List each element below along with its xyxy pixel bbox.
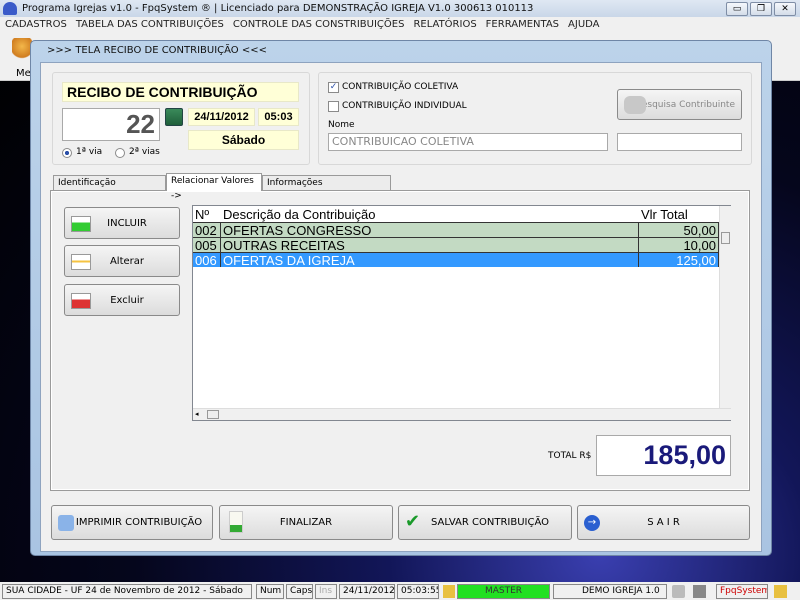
status-ins: Ins — [315, 584, 337, 599]
dialog-title: >>> TELA RECIBO DE CONTRIBUIÇÃO <<< — [47, 45, 267, 56]
print-label: IMPRIMIR CONTRIBUIÇÃO — [75, 517, 203, 528]
menu-tabela-contribuicoes[interactable]: TABELA DAS CONTRIBUIÇÕES — [76, 17, 224, 33]
user-icon[interactable] — [12, 38, 32, 66]
tab-relacionar-valores[interactable]: Relacionar Valores -> — [166, 173, 262, 201]
col-header-desc[interactable]: Descrição da Contribuição — [221, 207, 639, 222]
receipt-date: 24/11/2012 — [188, 108, 255, 126]
total-value: 185,00 — [596, 435, 731, 476]
excluir-button[interactable]: Excluir — [64, 284, 180, 316]
checkbox-coletiva[interactable]: ✓ — [328, 82, 339, 93]
exit-label: S A I R — [647, 517, 680, 528]
calendar-icon[interactable] — [165, 108, 183, 126]
delete-icon — [71, 293, 91, 309]
receipt-weekday: Sábado — [188, 130, 299, 150]
checkmark-icon: ✔ — [405, 511, 421, 532]
checkbox-coletiva-label: CONTRIBUIÇÃO COLETIVA — [342, 82, 459, 92]
checkbox-individual-label: CONTRIBUIÇÃO INDIVIDUAL — [342, 101, 467, 111]
table-row[interactable]: 002 OFERTAS CONGRESSO 50,00 — [193, 222, 719, 237]
menu-cadastros[interactable]: CADASTROS — [5, 17, 67, 33]
receipt-time: 05:03 — [258, 108, 299, 126]
total-label: TOTAL R$ — [548, 451, 592, 461]
print-button[interactable]: IMPRIMIR CONTRIBUIÇÃO — [51, 505, 213, 540]
app-title: Programa Igrejas v1.0 - FpqSystem ® | Li… — [22, 3, 534, 14]
save-label: SALVAR CONTRIBUIÇÃO — [430, 517, 549, 528]
alterar-label: Alterar — [109, 255, 145, 267]
computer-icon[interactable] — [693, 585, 706, 598]
finalize-label: FINALIZAR — [279, 517, 333, 528]
receipt-heading: RECIBO DE CONTRIBUIÇÃO — [62, 82, 299, 102]
status-caps: Caps — [286, 584, 313, 599]
users-icon — [443, 585, 455, 598]
grid-header: Nº Descrição da Contribuição Vlr Total — [193, 207, 719, 222]
checkbox-individual[interactable] — [328, 101, 339, 112]
excluir-label: Excluir — [110, 294, 144, 306]
add-icon — [71, 216, 91, 232]
radio-2a-vias[interactable] — [115, 148, 125, 158]
document-check-icon — [229, 511, 243, 533]
table-row[interactable]: 006 OFERTAS DA IGREJA 125,00 — [193, 252, 719, 267]
cell-num: 006 — [193, 253, 221, 267]
search-contributor-label: Pesquisa Contribuinte — [636, 99, 735, 110]
radio-1a-via-label: 1ª via — [76, 147, 103, 157]
cell-total: 10,00 — [639, 238, 719, 252]
incluir-label: INCLUIR — [107, 217, 147, 229]
receipt-number[interactable]: 22 — [62, 108, 160, 141]
hscroll-thumb[interactable] — [207, 410, 219, 419]
incluir-button[interactable]: INCLUIR — [64, 207, 180, 239]
cell-num: 002 — [193, 223, 221, 237]
status-user: MASTER — [457, 584, 550, 599]
restore-button[interactable]: ❐ — [750, 2, 772, 16]
menu-ferramentas[interactable]: FERRAMENTAS — [486, 17, 559, 33]
menu-ajuda[interactable]: AJUDA — [568, 17, 599, 33]
name-label: Nome — [328, 120, 355, 130]
radio-1a-via[interactable] — [62, 148, 72, 158]
status-num: Num — [256, 584, 284, 599]
cell-desc: OUTRAS RECEITAS — [221, 238, 639, 252]
save-button[interactable]: ✔ SALVAR CONTRIBUIÇÃO — [398, 505, 572, 540]
arrow-right-icon: → — [584, 515, 600, 531]
col-header-num[interactable]: Nº — [193, 207, 221, 222]
extra-field[interactable] — [617, 133, 742, 151]
status-time: 05:03:55 — [397, 584, 439, 599]
cell-desc: OFERTAS CONGRESSO — [221, 223, 639, 237]
contributions-grid: Nº Descrição da Contribuição Vlr Total 002… — [192, 205, 731, 421]
status-company: DEMO IGREJA 1.0 — [553, 584, 667, 599]
col-header-total[interactable]: Vlr Total — [639, 207, 719, 222]
status-location: SUA CIDADE - UF 24 de Novembro de 2012 -… — [2, 584, 252, 599]
status-date: 24/11/2012 — [339, 584, 395, 599]
printer-status-icon[interactable] — [672, 585, 685, 598]
close-button[interactable]: ✕ — [774, 2, 796, 16]
menu-relatorios[interactable]: RELATÓRIOS — [413, 17, 476, 33]
tab-identificacao[interactable]: Identificação Contribuinte -> — [53, 175, 166, 203]
vertical-scrollbar[interactable] — [719, 206, 731, 408]
exit-button[interactable]: → S A I R — [577, 505, 750, 540]
scroll-thumb[interactable] — [721, 232, 730, 244]
cell-desc: OFERTAS DA IGREJA — [221, 253, 639, 267]
radio-2a-vias-label: 2ª vias — [129, 147, 160, 157]
users-status-icon[interactable] — [774, 585, 787, 598]
toolbar-label: Me — [16, 68, 31, 79]
cell-total: 125,00 — [639, 253, 719, 267]
tab-informacoes[interactable]: Informações Complementares -> — [262, 175, 391, 203]
app-icon — [3, 2, 17, 15]
printer-icon — [58, 515, 74, 531]
menu-bar: CADASTROS TABELA DAS CONTRIBUIÇÕES CONTR… — [0, 17, 800, 33]
people-icon — [624, 96, 646, 114]
alterar-button[interactable]: Alterar — [64, 245, 180, 277]
minimize-button[interactable]: ▭ — [726, 2, 748, 16]
menu-controle-contribuicoes[interactable]: CONTROLE DAS CONSTRIBUIÇÕES — [233, 17, 405, 33]
cell-num: 005 — [193, 238, 221, 252]
app-title-bar: Programa Igrejas v1.0 - FpqSystem ® | Li… — [0, 0, 800, 17]
edit-icon — [71, 254, 91, 270]
status-brand: FpqSystem — [716, 584, 768, 599]
search-contributor-button[interactable]: Pesquisa Contribuinte — [617, 89, 742, 120]
cell-total: 50,00 — [639, 223, 719, 237]
name-field[interactable]: CONTRIBUICAO COLETIVA — [328, 133, 608, 151]
table-row[interactable]: 005 OUTRAS RECEITAS 10,00 — [193, 237, 719, 252]
finalize-button[interactable]: FINALIZAR — [219, 505, 393, 540]
horizontal-scrollbar[interactable]: ◂ — [193, 408, 731, 420]
